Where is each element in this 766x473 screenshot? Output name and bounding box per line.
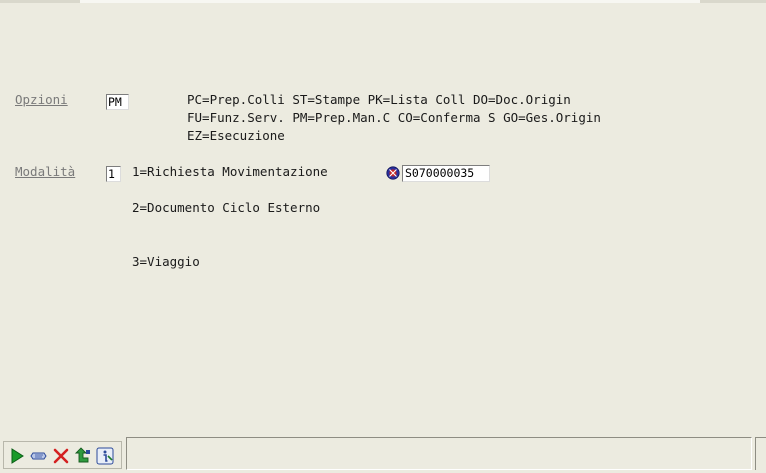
modalita-input[interactable]: 1 [106,166,121,182]
movement-code-field[interactable]: S070000035 [402,165,490,182]
modalita-option-1: 1=Richiesta Movimentazione [132,164,328,179]
close-icon[interactable] [52,447,70,465]
status-bar [126,437,752,470]
opzioni-legend-line-1: PC=Prep.Colli ST=Stampe PK=Lista Coll DO… [187,92,571,107]
lookup-icon[interactable] [386,166,400,180]
action-toolbar [3,441,122,469]
opzioni-input[interactable]: PM [106,94,129,110]
top-edge-highlight [80,0,700,3]
play-icon[interactable] [8,447,26,465]
opzioni-label: Opzioni [15,92,68,107]
opzioni-legend-line-3: EZ=Esecuzione [187,128,285,143]
return-arrow-icon[interactable] [74,447,92,465]
modalita-label: Modalità [15,164,76,179]
opzioni-legend-line-2: FU=Funz.Serv. PM=Prep.Man.C CO=Conferma … [187,110,601,125]
eraser-icon[interactable] [30,447,48,465]
modalita-option-2: 2=Documento Ciclo Esterno [132,200,321,215]
modalita-option-3: 3=Viaggio [132,254,200,269]
status-bar-end [755,437,766,470]
info-icon[interactable] [96,447,114,465]
